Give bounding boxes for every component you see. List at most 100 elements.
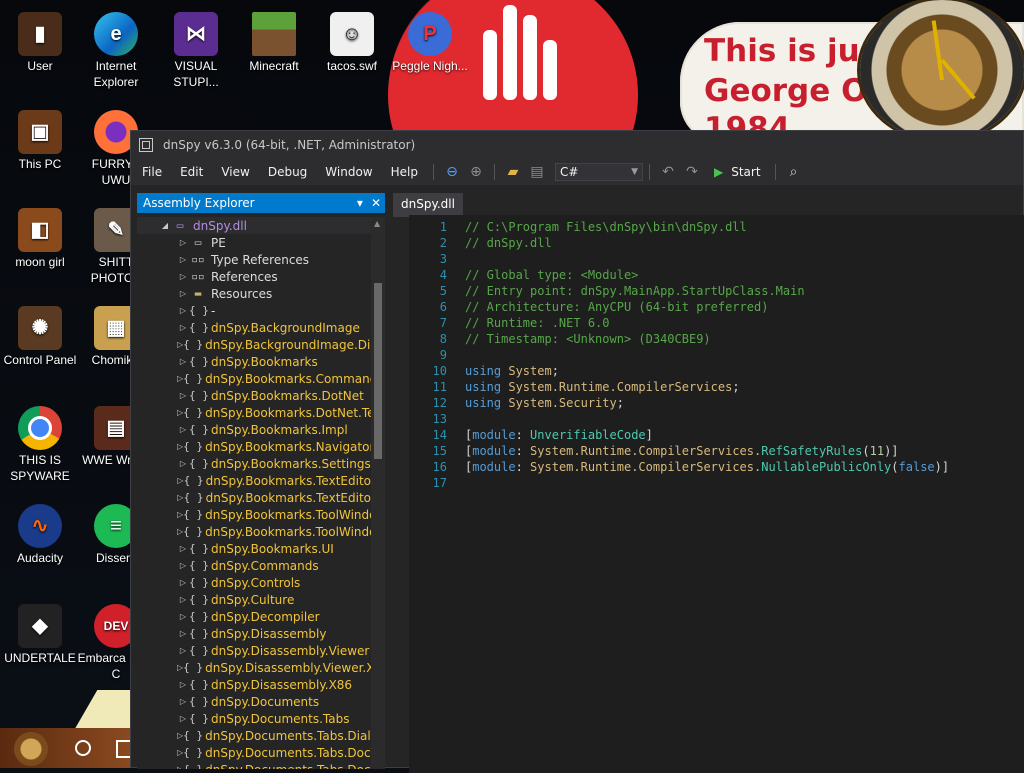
chevron-right-icon[interactable]: ▷ bbox=[177, 544, 189, 553]
tree-item[interactable]: ▷{ } dnSpy.Bookmarks.Navigator bbox=[137, 438, 371, 455]
title-bar[interactable]: dnSpy v6.3.0 (64-bit, .NET, Administrato… bbox=[131, 131, 1023, 159]
tree-item[interactable]: ▷{ } dnSpy.Bookmarks.ToolWindo bbox=[137, 523, 371, 540]
desktop-icon-moon-girl[interactable]: ◧ moon girl bbox=[0, 204, 80, 270]
back-icon[interactable]: ⊖ bbox=[442, 162, 462, 182]
menu-debug[interactable]: Debug bbox=[259, 159, 316, 185]
tree-item[interactable]: ▷{ } dnSpy.Bookmarks bbox=[137, 353, 371, 370]
code-line: 12 using System.Security; bbox=[409, 395, 1024, 411]
chevron-right-icon[interactable]: ▷ bbox=[177, 391, 189, 400]
save-icon[interactable]: ▤ bbox=[527, 162, 547, 182]
search-icon[interactable]: ⌕ bbox=[784, 162, 804, 182]
tree-item-root[interactable]: ◢ ▭ dnSpy.dll bbox=[137, 217, 371, 234]
tree-item[interactable]: ▷{ } dnSpy.BackgroundImage bbox=[137, 319, 371, 336]
tree-item[interactable]: ▷{ } dnSpy.Bookmarks.Settings bbox=[137, 455, 371, 472]
chevron-right-icon[interactable]: ▷ bbox=[177, 561, 189, 570]
close-icon[interactable]: ✕ bbox=[371, 196, 381, 210]
desktop-icon-audacity[interactable]: ∿ Audacity bbox=[0, 500, 80, 566]
desktop-icon-peggle[interactable]: P Peggle Nigh... bbox=[390, 8, 470, 74]
tree-item[interactable]: ▷{ } dnSpy.Commands bbox=[137, 557, 371, 574]
chevron-right-icon[interactable]: ▷ bbox=[177, 238, 189, 247]
open-folder-icon[interactable]: ▰ bbox=[503, 162, 523, 182]
line-number: 15 bbox=[432, 444, 447, 458]
desktop-icon-this-pc[interactable]: ▣ This PC bbox=[0, 106, 80, 172]
tree-item[interactable]: ▷{ }dnSpy.Documents.Tabs.DocV bbox=[137, 744, 371, 761]
redo-icon[interactable]: ↷ bbox=[682, 162, 702, 182]
chevron-right-icon[interactable]: ▷ bbox=[177, 459, 189, 468]
language-select[interactable]: C# ▼ bbox=[554, 163, 643, 181]
chevron-right-icon[interactable]: ▷ bbox=[177, 595, 189, 604]
chevron-right-icon[interactable]: ▷ bbox=[177, 493, 184, 502]
desktop-icon-undertale[interactable]: ◆ UNDERTALE bbox=[0, 600, 80, 666]
tree-item[interactable]: ▷ ▬ Resources bbox=[137, 285, 371, 302]
chevron-right-icon[interactable]: ▷ bbox=[177, 323, 189, 332]
tree-item[interactable]: ▷{ } dnSpy.Disassembly bbox=[137, 625, 371, 642]
desktop-icon-chrome[interactable]: THIS IS SPYWARE bbox=[0, 402, 80, 484]
tree-item[interactable]: ▷{ } dnSpy.Bookmarks.UI bbox=[137, 540, 371, 557]
undo-icon[interactable]: ↶ bbox=[658, 162, 678, 182]
search-icon[interactable] bbox=[75, 740, 91, 756]
menu-edit[interactable]: Edit bbox=[171, 159, 212, 185]
desktop-icon-label: Control Panel bbox=[3, 353, 77, 367]
desktop-icon-user[interactable]: ▮ User bbox=[0, 8, 80, 74]
chevron-right-icon[interactable]: ▷ bbox=[177, 697, 189, 706]
panel-dropdown-icon[interactable]: ▾ bbox=[357, 196, 363, 210]
chevron-down-icon[interactable]: ◢ bbox=[159, 221, 171, 230]
tab-dnspy-dll[interactable]: dnSpy.dll bbox=[393, 193, 463, 215]
tree-item[interactable]: ▷{ } dnSpy.Controls bbox=[137, 574, 371, 591]
chevron-right-icon[interactable]: ▷ bbox=[177, 306, 189, 315]
tree-item[interactable]: ▷{ } dnSpy.Documents bbox=[137, 693, 371, 710]
tree-item[interactable]: ▷{ } dnSpy.Bookmarks.DotNet bbox=[137, 387, 371, 404]
start-button[interactable] bbox=[14, 732, 48, 766]
tree-item[interactable]: ▷{ } dnSpy.Bookmarks.DotNet.Te bbox=[137, 404, 371, 421]
menu-file[interactable]: File bbox=[133, 159, 171, 185]
tree-item[interactable]: ▷{ } - bbox=[137, 302, 371, 319]
desktop-icon-internet-explorer[interactable]: e Internet Explorer bbox=[76, 8, 156, 90]
tree-item[interactable]: ▷ ▫▫ References bbox=[137, 268, 371, 285]
code-editor[interactable]: 1 // C:\Program Files\dnSpy\bin\dnSpy.dll… bbox=[409, 215, 1024, 773]
chevron-right-icon[interactable]: ▷ bbox=[177, 680, 189, 689]
tree-item[interactable]: ▷{ } dnSpy.Bookmarks.Impl bbox=[137, 421, 371, 438]
control-panel-icon: ✺ bbox=[18, 306, 62, 350]
desktop-icon-control-panel[interactable]: ✺ Control Panel bbox=[0, 302, 80, 368]
tree-item[interactable]: ▷{ }dnSpy.BackgroundImage.Dialog bbox=[137, 336, 371, 353]
tree-item[interactable]: ▷{ } dnSpy.Documents.Tabs bbox=[137, 710, 371, 727]
desktop-icon-visual-studio[interactable]: ⋈ VISUAL STUPI... bbox=[156, 8, 236, 90]
forward-icon[interactable]: ⊕ bbox=[466, 162, 486, 182]
desktop-icon-tacos[interactable]: ☺ tacos.swf bbox=[312, 8, 392, 74]
code-text: // Runtime: .NET 6.0 bbox=[465, 316, 610, 330]
tree-item[interactable]: ▷{ } dnSpy.Disassembly.Viewer.X bbox=[137, 659, 371, 676]
tree-item[interactable]: ▷{ } dnSpy.Decompiler bbox=[137, 608, 371, 625]
tree-item[interactable]: ▷{ } dnSpy.Documents.Tabs.Dialo bbox=[137, 727, 371, 744]
tree-item[interactable]: ▷{ } dnSpy.Culture bbox=[137, 591, 371, 608]
chevron-right-icon[interactable]: ▷ bbox=[177, 612, 189, 621]
tree-item[interactable]: ▷{ } dnSpy.Bookmarks.ToolWindo bbox=[137, 506, 371, 523]
play-icon: ▶ bbox=[713, 165, 724, 179]
chevron-right-icon[interactable]: ▷ bbox=[177, 646, 189, 655]
tree-item[interactable]: ▷{ } dnSpy.Bookmarks.Commands bbox=[137, 370, 371, 387]
chevron-right-icon[interactable]: ▷ bbox=[177, 578, 189, 587]
menu-view[interactable]: View bbox=[212, 159, 258, 185]
tree-item[interactable]: ▷{ } dnSpy.Disassembly.X86 bbox=[137, 676, 371, 693]
chevron-right-icon[interactable]: ▷ bbox=[177, 272, 189, 281]
desktop-icon-minecraft[interactable]: Minecraft bbox=[234, 8, 314, 74]
tree-item[interactable]: ▷{ } dnSpy.Bookmarks.TextEdito bbox=[137, 472, 371, 489]
chevron-right-icon[interactable]: ▷ bbox=[177, 629, 189, 638]
tree-item[interactable]: ▷{ } dnSpy.Bookmarks.TextEdito bbox=[137, 489, 371, 506]
tree-item[interactable]: ▷ ▭ PE bbox=[137, 234, 371, 251]
toolbar-separator bbox=[432, 164, 434, 180]
menu-help[interactable]: Help bbox=[382, 159, 427, 185]
tree-item[interactable]: ▷{ } dnSpy.Disassembly.Viewer bbox=[137, 642, 371, 659]
scrollbar-thumb[interactable] bbox=[374, 283, 382, 459]
scroll-up-icon[interactable]: ▲ bbox=[374, 219, 380, 228]
chevron-right-icon[interactable]: ▷ bbox=[177, 476, 184, 485]
chevron-right-icon[interactable]: ▷ bbox=[177, 357, 189, 366]
menu-window[interactable]: Window bbox=[316, 159, 381, 185]
code-text: [module: System.Runtime.CompilerServices… bbox=[465, 460, 950, 474]
chevron-right-icon[interactable]: ▷ bbox=[177, 425, 189, 434]
tree-item[interactable]: ▷ ▫▫ Type References bbox=[137, 251, 371, 268]
start-debugging-button[interactable]: ▶ Start bbox=[714, 165, 761, 179]
chevron-right-icon[interactable]: ▷ bbox=[177, 289, 189, 298]
chevron-right-icon[interactable]: ▷ bbox=[177, 255, 189, 264]
chevron-right-icon[interactable]: ▷ bbox=[177, 714, 189, 723]
tree-scrollbar[interactable]: ▲ bbox=[371, 217, 385, 769]
